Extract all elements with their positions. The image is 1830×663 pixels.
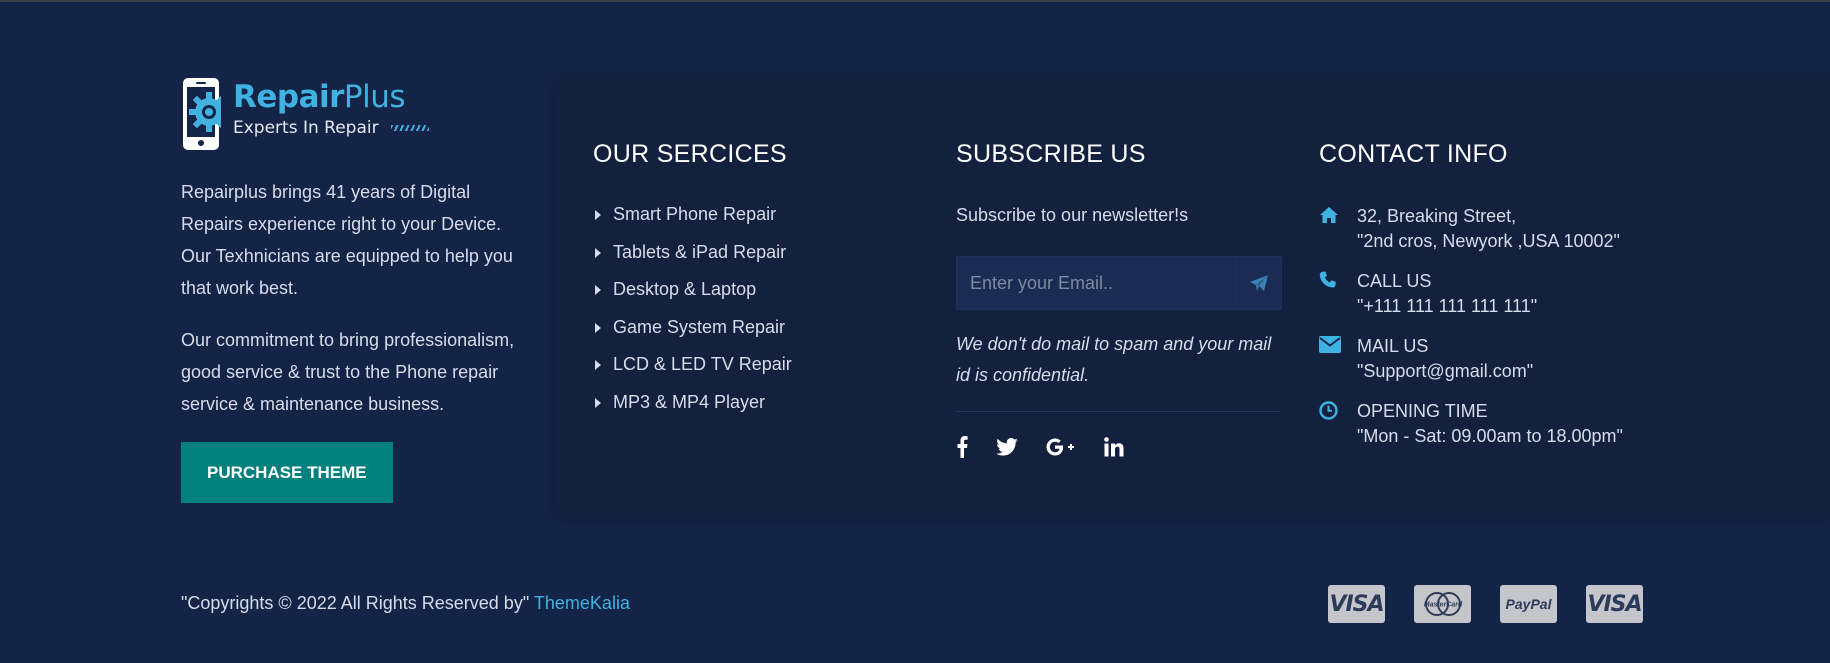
- services-title: OUR SERCICES: [593, 140, 787, 168]
- caret-right-icon: [595, 285, 601, 295]
- top-border: [0, 0, 1830, 2]
- site-logo[interactable]: RepairPlus Experts In Repair: [181, 76, 521, 154]
- service-item[interactable]: Desktop & Laptop: [593, 278, 923, 316]
- caret-right-icon: [595, 210, 601, 220]
- paypal-icon: PayPal: [1500, 585, 1557, 623]
- contact-column: CONTACT INFO 32, Breaking Street, "2nd cr…: [1319, 139, 1739, 464]
- email-input[interactable]: [957, 258, 1236, 308]
- contact-hours: OPENING TIME "Mon - Sat: 09.00am to 18.00…: [1319, 399, 1739, 464]
- contact-address: 32, Breaking Street, "2nd cros, Newyork ,…: [1319, 204, 1739, 269]
- visa-card-icon: VISA: [1586, 585, 1643, 623]
- phone-gear-icon: [181, 76, 229, 152]
- subscribe-intro: Subscribe to our newsletter!s: [956, 205, 1189, 225]
- author-link[interactable]: ThemeKalia: [534, 593, 630, 613]
- brand-column: RepairPlus Experts In Repair Repairplus …: [181, 76, 521, 503]
- brand-description: Repairplus brings 41 years of Digital Re…: [181, 182, 513, 298]
- twitter-icon[interactable]: [996, 438, 1018, 456]
- phone-icon: [1319, 269, 1357, 289]
- service-item[interactable]: MP3 & MP4 Player: [593, 391, 923, 429]
- service-item[interactable]: Tablets & iPad Repair: [593, 241, 923, 279]
- caret-right-icon: [595, 397, 601, 408]
- privacy-note: We don't do mail to spam and your mail i…: [956, 334, 1272, 385]
- social-links: [956, 436, 1282, 458]
- services-column: OUR SERCICES Smart Phone Repair Tablets …: [593, 139, 923, 428]
- services-list: Smart Phone Repair Tablets & iPad Repair…: [593, 203, 923, 428]
- service-item[interactable]: Game System Repair: [593, 316, 923, 354]
- linkedin-icon[interactable]: [1104, 437, 1124, 457]
- svg-text:MasterCard: MasterCard: [1423, 602, 1462, 609]
- service-item[interactable]: Smart Phone Repair: [593, 203, 923, 241]
- purchase-theme-button[interactable]: PURCHASE THEME: [181, 442, 393, 503]
- copyright-text: "Copyrights © 2022 All Rights Reserved b…: [181, 593, 630, 613]
- subscribe-column: SUBSCRIBE US Subscribe to our newsletter…: [956, 139, 1282, 458]
- paper-plane-icon: [1250, 275, 1268, 291]
- footer-panel: OUR SERCICES Smart Phone Repair Tablets …: [556, 78, 1830, 518]
- clock-icon: [1319, 399, 1357, 420]
- logo-name: RepairPlus: [233, 79, 406, 115]
- newsletter-form: [956, 256, 1282, 310]
- google-plus-icon[interactable]: [1046, 438, 1076, 456]
- service-item[interactable]: LCD & LED TV Repair: [593, 353, 923, 391]
- logo-tagline: Experts In Repair: [233, 118, 429, 138]
- caret-right-icon: [595, 247, 601, 258]
- caret-right-icon: [595, 360, 601, 370]
- divider: [956, 411, 1280, 412]
- envelope-icon: [1319, 334, 1357, 353]
- facebook-icon[interactable]: [956, 436, 968, 458]
- contact-phone: CALL US "+111 111 111 111 111": [1319, 269, 1739, 334]
- send-button[interactable]: [1236, 258, 1281, 308]
- payment-methods: VISA MasterCard PayPal VISA: [1328, 585, 1672, 623]
- contact-mail: MAIL US "Support@gmail.com": [1319, 334, 1739, 399]
- subscribe-title: SUBSCRIBE US: [956, 140, 1146, 168]
- contact-title: CONTACT INFO: [1319, 140, 1508, 168]
- mastercard-icon: MasterCard: [1414, 585, 1471, 623]
- caret-right-icon: [595, 322, 601, 333]
- visa-card-icon: VISA: [1328, 585, 1385, 623]
- home-icon: [1319, 204, 1357, 224]
- brand-commitment: Our commitment to bring professionalism,…: [181, 330, 515, 414]
